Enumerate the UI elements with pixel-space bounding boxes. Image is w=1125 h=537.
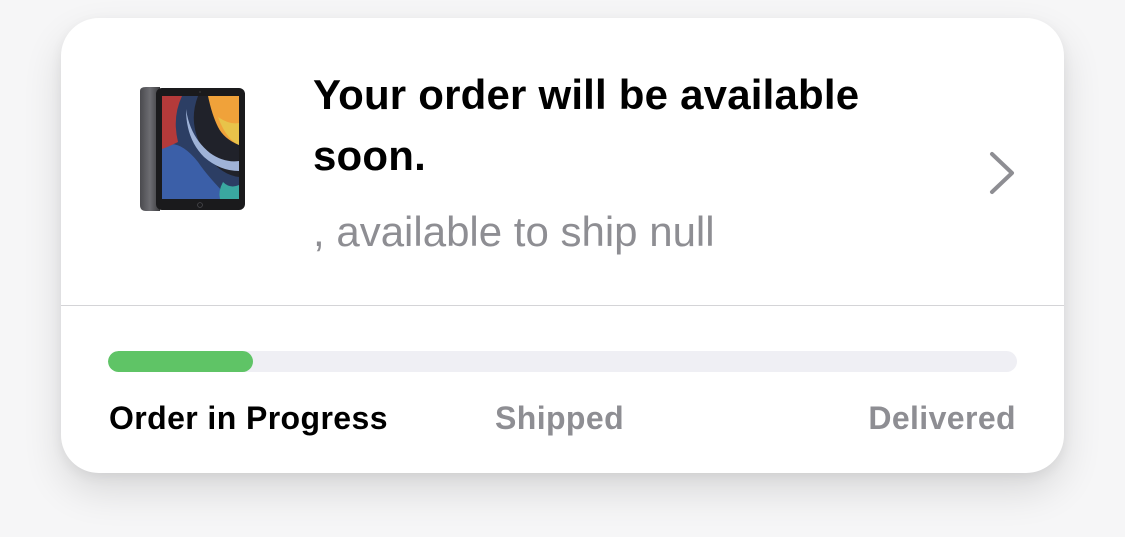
divider	[61, 305, 1064, 306]
progress-fill	[108, 351, 254, 372]
order-status-card[interactable]: Your order will be available soon. , ava…	[61, 18, 1064, 473]
ipad-product-image	[140, 87, 245, 211]
step-shipped: Shipped	[495, 400, 625, 436]
order-summary-row[interactable]: Your order will be available soon. , ava…	[61, 18, 1064, 305]
step-delivered: Delivered	[868, 400, 1016, 436]
order-status-subtitle: , available to ship null	[313, 208, 715, 255]
step-order-in-progress: Order in Progress	[109, 400, 388, 436]
progress-track	[108, 351, 1017, 372]
order-status-title: Your order will be available soon.	[313, 71, 860, 179]
chevron-right-icon[interactable]	[986, 150, 1018, 196]
